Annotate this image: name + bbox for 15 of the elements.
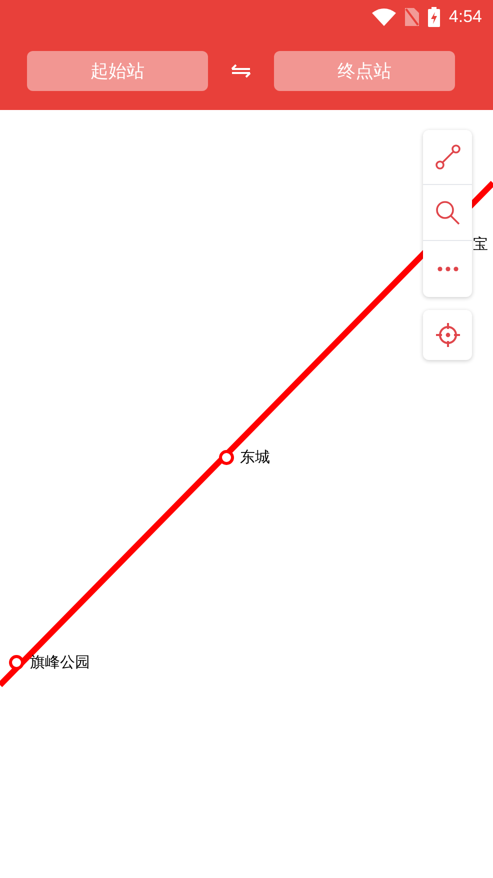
status-time: 4:54 — [448, 6, 482, 28]
locate-icon — [434, 322, 460, 348]
no-sim-icon — [404, 8, 419, 26]
station-label: 东城 — [240, 447, 270, 467]
swap-icon[interactable] — [230, 64, 252, 78]
station-label: 旗峰公园 — [30, 652, 90, 672]
station-label: 宝 — [473, 234, 488, 254]
station-marker[interactable] — [8, 654, 24, 670]
wifi-icon — [372, 8, 396, 26]
route-icon — [434, 144, 460, 170]
more-icon — [436, 266, 458, 272]
search-icon — [434, 200, 460, 226]
battery-icon — [428, 7, 440, 27]
locate-button[interactable] — [423, 310, 472, 360]
station-marker[interactable] — [218, 450, 234, 464]
